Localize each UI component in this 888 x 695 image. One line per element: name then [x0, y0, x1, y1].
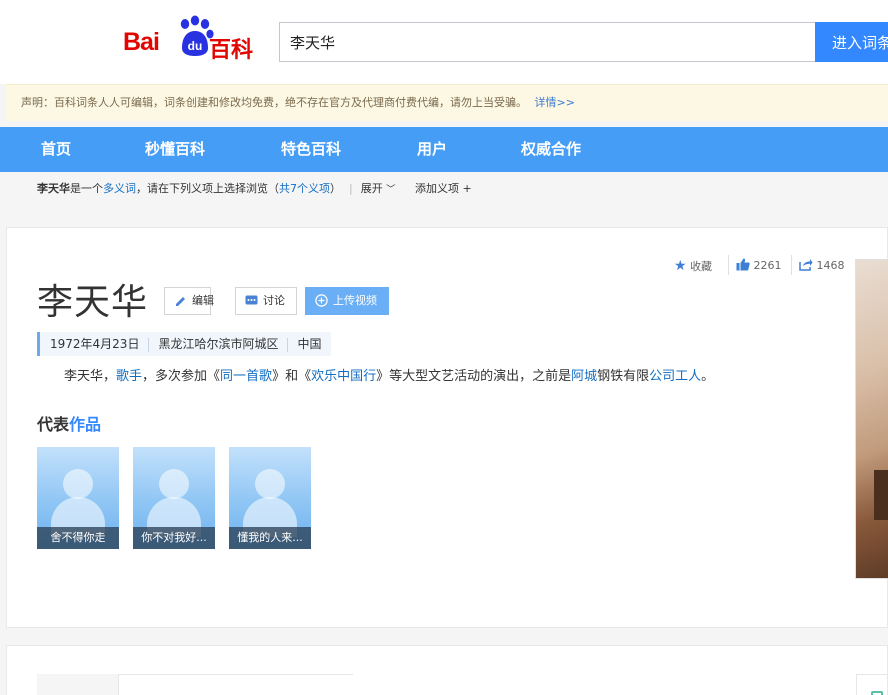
summary-text: ，多次参加《: [142, 369, 221, 384]
logo-bai-text: Bai: [123, 28, 160, 56]
chevron-down-icon: ﹀: [386, 185, 396, 195]
catalog-card: [6, 645, 888, 695]
expand-senses-button[interactable]: 展开 ﹀: [361, 182, 396, 195]
baidu-baike-logo[interactable]: Bai du 百科: [123, 14, 263, 63]
upload-label: 上传视频: [333, 294, 377, 307]
discuss-button[interactable]: 讨论: [235, 287, 297, 315]
star-icon: ★: [674, 258, 687, 274]
nav-item-home[interactable]: 首页: [41, 127, 71, 172]
lemma-summary: 李天华，歌手，多次参加《同一首歌》和《欢乐中国行》等大型文艺活动的演出，之前是阿…: [64, 367, 714, 387]
share-button[interactable]: 1468: [799, 258, 845, 274]
discuss-label: 讨论: [263, 294, 285, 307]
divider: [119, 674, 353, 675]
all-senses-link[interactable]: 共7个义项: [279, 182, 330, 195]
works-heading-a: 代表: [37, 415, 70, 434]
work-card[interactable]: 懂我的人来...: [229, 447, 311, 549]
edit-button[interactable]: 编辑: [164, 287, 214, 315]
photo-shadow: [874, 470, 888, 520]
doc-icon: [871, 691, 883, 695]
lemma-card: 李天华 编辑 讨论 上传视频 ★ 收藏 2261 1468 1972年4月23日…: [6, 227, 888, 628]
logo-du-text: du: [188, 39, 203, 53]
share-icon: [799, 259, 813, 271]
pencil-icon: [176, 297, 185, 306]
comment-icon: [245, 295, 258, 305]
main-nav: 首页 秒懂百科 特色百科 用户 权威合作: [0, 127, 888, 172]
divider: [287, 337, 289, 352]
link-acheng[interactable]: 阿城: [571, 369, 597, 384]
collect-button[interactable]: ★ 收藏: [674, 258, 712, 274]
nav-item-user[interactable]: 用户: [417, 127, 447, 172]
works-heading-b: 作品: [69, 415, 102, 434]
birth-date: 1972年4月23日: [50, 337, 140, 351]
link-worker[interactable]: 工人: [675, 369, 701, 384]
summary-text: 。: [701, 369, 715, 384]
upload-video-button[interactable]: 上传视频: [305, 287, 389, 315]
collect-label: 收藏: [690, 260, 713, 273]
plus-circle-icon: [315, 294, 328, 307]
link-company[interactable]: 公司: [649, 369, 675, 384]
summary-photo[interactable]: [855, 259, 888, 579]
polysemant-name: 李天华: [37, 182, 70, 195]
avatar-placeholder-head: [255, 469, 285, 499]
page-title: 李天华: [37, 282, 149, 323]
summary-text: 钢铁有限: [597, 369, 650, 384]
catalog-tab-column: [37, 674, 119, 695]
notice-details-link[interactable]: 详情>>: [535, 96, 575, 109]
spacer: |: [403, 182, 407, 195]
disclaimer-notice: 声明：百科词条人人可编辑，词条创建和修改均免费，绝不存在官方及代理商付费代编，请…: [6, 84, 888, 121]
like-button[interactable]: 2261: [736, 258, 782, 274]
nav-item-miaodong[interactable]: 秒懂百科: [145, 127, 205, 172]
search-input[interactable]: [279, 22, 817, 62]
nav-item-featured[interactable]: 特色百科: [281, 127, 341, 172]
divider: [148, 337, 150, 352]
work-caption: 舍不得你走: [37, 527, 119, 549]
summary-text: 》等大型文艺活动的演出，之前是: [376, 369, 572, 384]
expand-label: 展开: [360, 182, 383, 195]
enter-entry-button[interactable]: 进入词条: [815, 22, 888, 62]
work-caption: 你不对我好...: [133, 527, 215, 549]
work-card[interactable]: 你不对我好...: [133, 447, 215, 549]
header: Bai du 百科 进入词条: [0, 0, 888, 84]
polysemant-text-2: ，请在下列义项上选择浏览（: [136, 182, 279, 195]
notice-text: 声明：百科词条人人可编辑，词条创建和修改均免费，绝不存在官方及代理商付费代编，请…: [21, 96, 527, 109]
polysemant-link[interactable]: 多义词: [103, 182, 136, 195]
summary-text: 》和《: [272, 369, 312, 384]
avatar-placeholder-head: [63, 469, 93, 499]
nav-item-cooperation[interactable]: 权威合作: [521, 127, 581, 172]
work-card[interactable]: 舍不得你走: [37, 447, 119, 549]
polysemant-text-1: 是一个: [70, 182, 103, 195]
edit-label: 编辑: [192, 294, 214, 307]
polysemant-text-3: ）: [330, 182, 341, 195]
polysemant-bar: 李天华是一个多义词，请在下列义项上选择浏览（共7个义项） | 展开 ﹀ | 添加义项 +: [37, 181, 472, 197]
work-caption: 懂我的人来...: [229, 527, 311, 549]
divider: [728, 255, 729, 275]
basic-info-bar: 1972年4月23日 黑龙江哈尔滨市阿城区 中国: [37, 332, 332, 356]
add-sense-button[interactable]: 添加义项 +: [415, 182, 472, 195]
representative-works-heading: 代表作品: [37, 411, 101, 435]
link-huanlezhongguoxing[interactable]: 欢乐中国行: [311, 369, 376, 384]
logo-baike-text: 百科: [209, 38, 254, 63]
share-count: 1468: [816, 259, 845, 272]
like-count: 2261: [753, 259, 782, 272]
link-tongyishouge[interactable]: 同一首歌: [220, 369, 272, 384]
birth-place: 黑龙江哈尔滨市阿城区: [158, 337, 279, 351]
nationality: 中国: [297, 337, 322, 351]
divider: [791, 255, 792, 275]
divider: |: [349, 182, 353, 195]
link-singer[interactable]: 歌手: [116, 369, 142, 384]
side-tool-box[interactable]: [856, 674, 888, 695]
avatar-placeholder-head: [159, 469, 189, 499]
thumbs-up-icon: [736, 258, 750, 271]
summary-text: 李天华，: [64, 369, 117, 384]
